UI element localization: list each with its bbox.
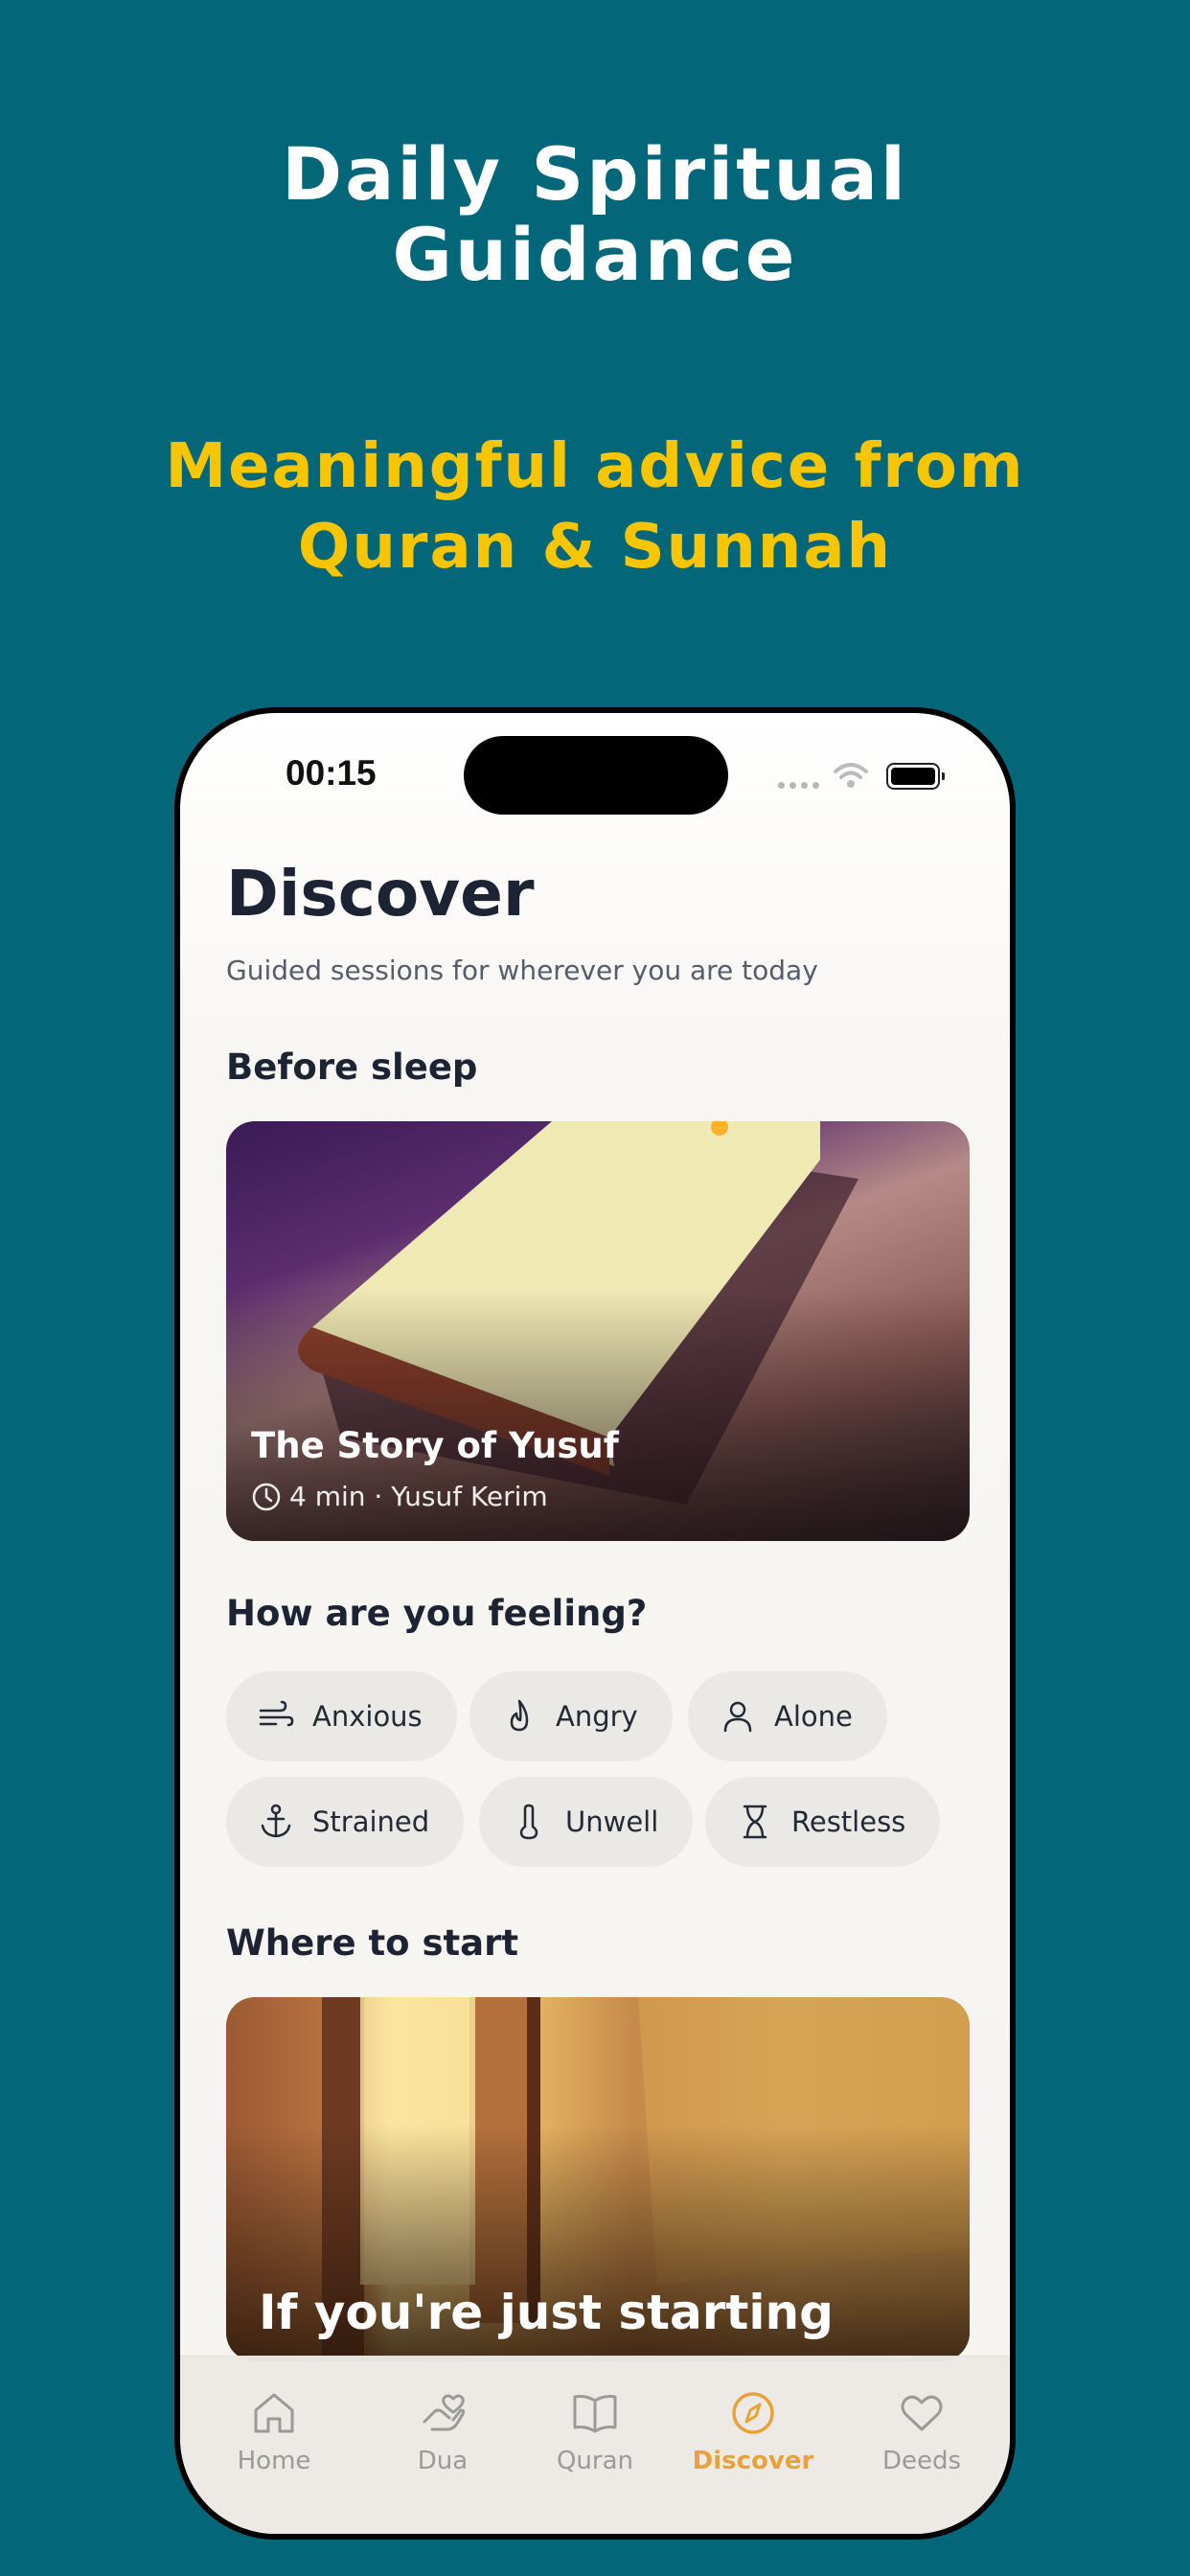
flame-icon [510,1699,529,1732]
featured-session-card[interactable]: The Story of Yusuf 4 min · Yusuf Kerim [226,1121,970,1541]
tab-deeds[interactable]: Deeds [855,2389,989,2475]
tab-label: Home [237,2447,311,2475]
featured-card-meta-text: 4 min · Yusuf Kerim [289,1481,548,1512]
page-subtitle: Guided sessions for wherever you are tod… [226,954,818,986]
clock-icon [252,1483,281,1510]
promo-title-line-2: Guidance [392,212,798,297]
phone-screen: 00:15 Discover Guided sessions for where… [180,713,1010,2534]
featured-card-title: The Story of Yusuf [251,1425,619,1466]
book-icon [573,2395,617,2433]
hourglass-icon [743,1805,767,1839]
promo-subtitle-line-2: Quran & Sunnah [297,512,893,583]
feeling-chip-label: Anxious [312,1700,423,1733]
wind-icon [259,1700,294,1727]
home-icon [254,2393,294,2433]
feeling-chip-label: Restless [791,1806,906,1838]
cellular-signal-icon [778,782,819,789]
phone-frame: 00:15 Discover Guided sessions for where… [174,707,1016,2540]
dynamic-island [464,736,728,815]
wifi-icon [834,763,868,788]
anchor-icon [261,1804,291,1838]
heart-icon [901,2395,943,2431]
status-time: 00:15 [286,753,377,793]
tab-quran[interactable]: Quran [528,2389,662,2475]
tab-bar: Home Dua Quran Discover Deeds [180,2356,1010,2534]
start-card-title: If you're just starting [259,2285,834,2340]
promo-title: Daily Spiritual Guidance [0,134,1190,295]
page-title: Discover [226,857,535,931]
tab-label: Deeds [881,2447,962,2475]
feeling-chip-label: Angry [556,1700,638,1733]
section-feeling: How are you feeling? [226,1593,648,1634]
tab-home[interactable]: Home [207,2389,341,2475]
section-before-sleep: Before sleep [226,1046,478,1088]
person-icon [723,1701,752,1733]
promo-subtitle-line-1: Meaningful advice from [165,431,1025,502]
tab-label: Quran [556,2447,634,2475]
battery-icon [886,763,945,790]
tab-dua[interactable]: Dua [376,2389,510,2475]
section-where-to-start: Where to start [226,1922,519,1964]
thermometer-icon [519,1804,538,1840]
promo-subtitle: Meaningful advice from Quran & Sunnah [0,426,1190,587]
compass-icon [732,2392,774,2434]
tab-discover[interactable]: Discover [686,2389,820,2475]
tab-label: Discover [692,2447,814,2475]
feeling-chip-label: Unwell [565,1806,659,1838]
feeling-chip-restless[interactable]: Restless [705,1777,941,1867]
feeling-chip-label: Strained [312,1806,430,1838]
feeling-chip-unwell[interactable]: Unwell [479,1777,694,1867]
feeling-chip-label: Alone [774,1700,853,1733]
tab-label: Dua [417,2447,469,2475]
featured-card-meta: 4 min · Yusuf Kerim [251,1481,548,1512]
feeling-chip-anxious[interactable]: Anxious [226,1671,457,1761]
start-session-card[interactable]: If you're just starting [226,1997,970,2361]
promo-title-line-1: Daily Spiritual [282,131,908,217]
feeling-chip-strained[interactable]: Strained [226,1777,465,1867]
feeling-chip-angry[interactable]: Angry [469,1671,673,1761]
hands-icon [423,2394,466,2431]
feeling-chip-alone[interactable]: Alone [688,1671,887,1761]
